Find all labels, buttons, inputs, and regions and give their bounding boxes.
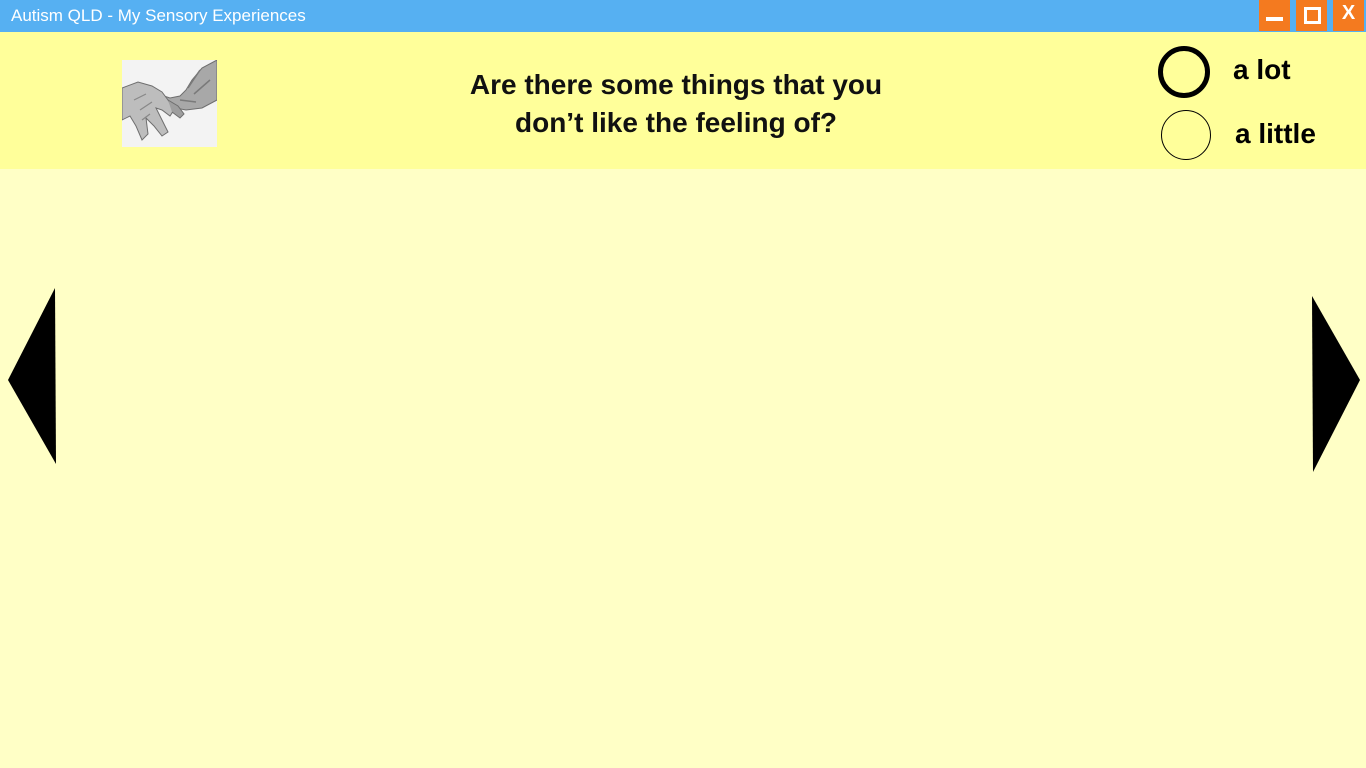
right-triangle-arrow-icon bbox=[1312, 296, 1360, 472]
option-a-lot[interactable]: a lot bbox=[1158, 46, 1338, 98]
window-title: Autism QLD - My Sensory Experiences bbox=[11, 6, 306, 25]
next-button[interactable] bbox=[1311, 296, 1361, 472]
previous-button[interactable] bbox=[8, 288, 58, 464]
option-a-lot-label: a lot bbox=[1233, 54, 1291, 85]
question-text: Are there some things that you don’t lik… bbox=[376, 66, 976, 142]
minimize-button[interactable] bbox=[1259, 0, 1290, 31]
hands-touching-image bbox=[122, 60, 217, 147]
question-line-1: Are there some things that you bbox=[469, 69, 883, 100]
question-header: Are there some things that you don’t lik… bbox=[0, 32, 1366, 169]
left-triangle-arrow-icon bbox=[8, 288, 56, 464]
option-a-little-label: a little bbox=[1235, 118, 1316, 149]
radio-unselected-icon[interactable] bbox=[1161, 110, 1211, 160]
close-button[interactable]: X bbox=[1333, 0, 1364, 31]
close-icon: X bbox=[1341, 2, 1356, 24]
option-a-little[interactable]: a little bbox=[1161, 110, 1341, 162]
maximize-button[interactable] bbox=[1296, 0, 1327, 31]
question-line-2: don’t like the feeling of? bbox=[515, 107, 837, 138]
title-bar: Autism QLD - My Sensory Experiences X bbox=[0, 0, 1366, 32]
radio-selected-icon[interactable] bbox=[1158, 46, 1210, 98]
maximize-icon bbox=[1304, 7, 1321, 24]
minimize-icon bbox=[1266, 17, 1283, 21]
